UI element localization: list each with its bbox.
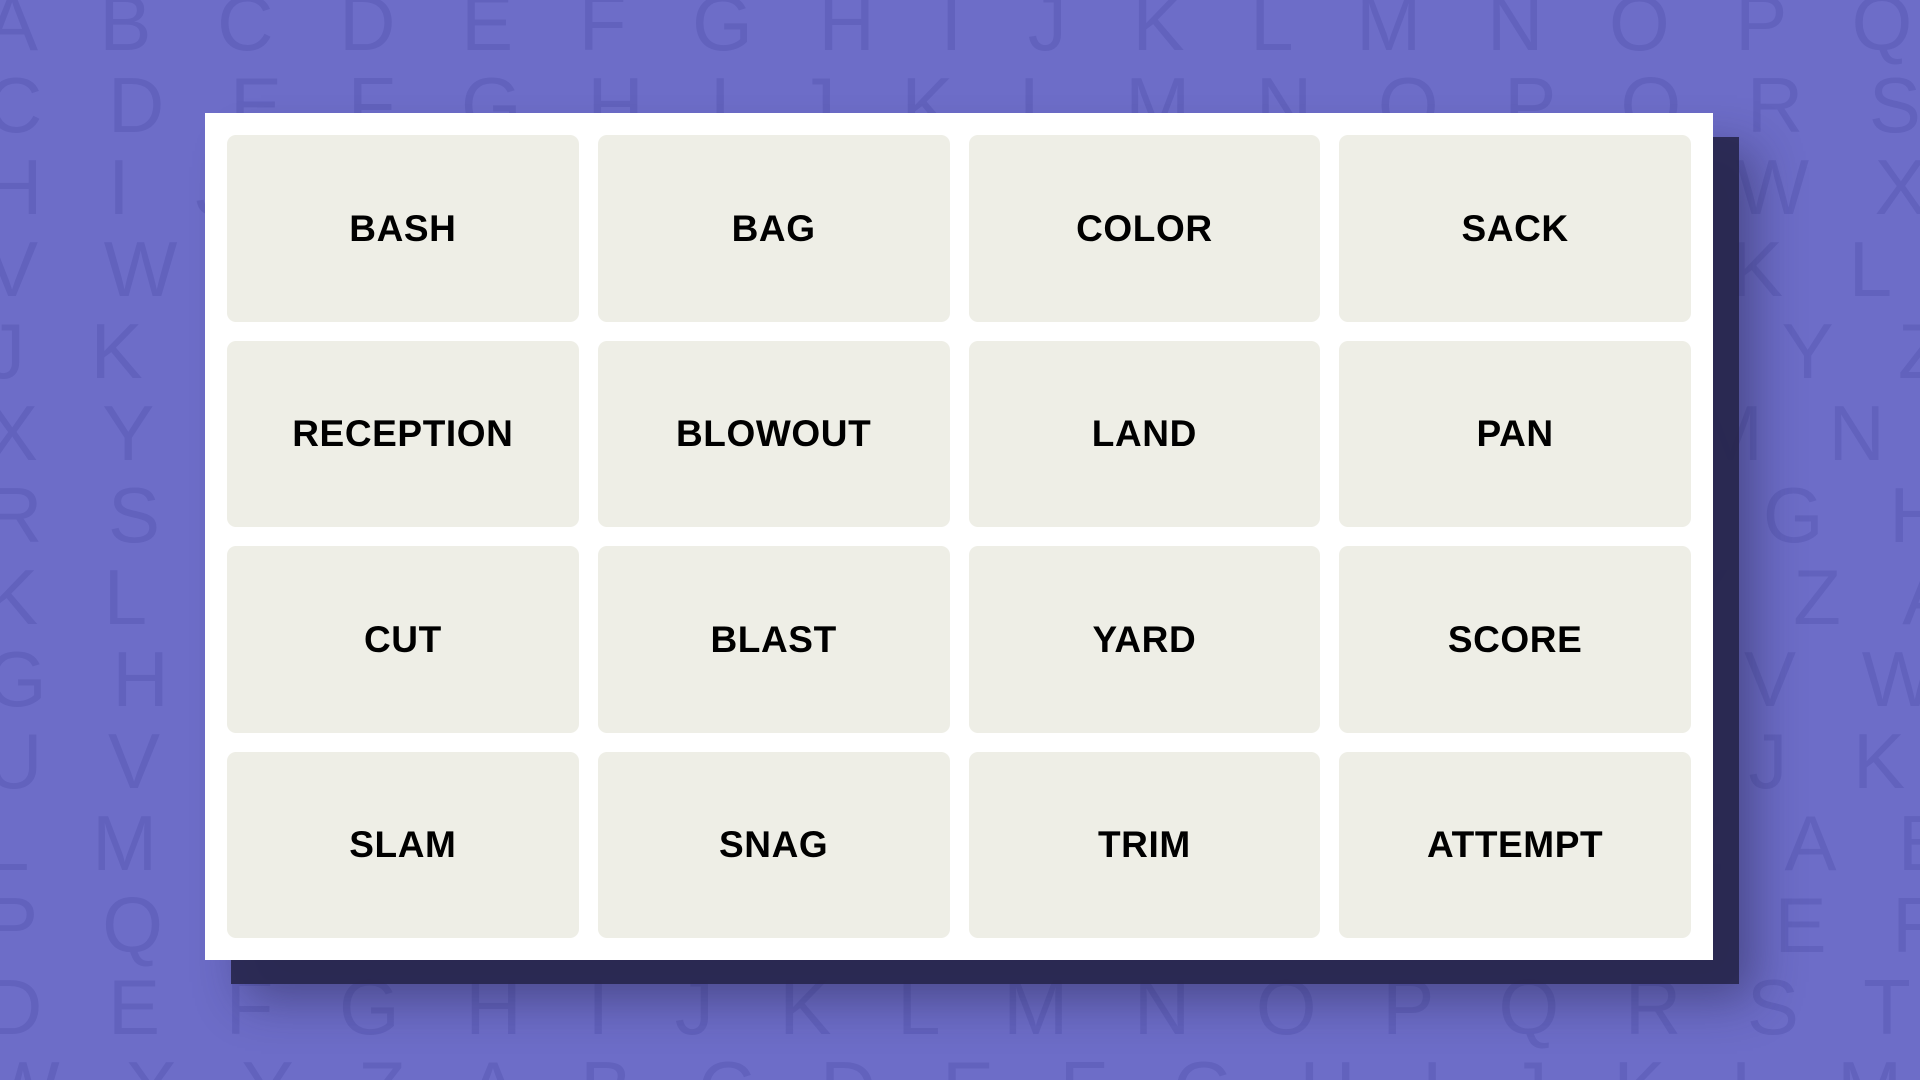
word-tile[interactable]: LAND	[968, 340, 1321, 527]
background-letter-row: A B C D E F G H I J K L M N O P Q R S T …	[0, 0, 1920, 67]
background-letter-row: D E F G H I J K L M N O P Q R S T U V W …	[0, 963, 1920, 1051]
word-tile[interactable]: BLAST	[597, 546, 950, 733]
word-grid: BASH BAG COLOR SACK RECEPTION BLOWOUT LAND PAN C…	[227, 135, 1691, 938]
word-tile[interactable]: CUT	[227, 546, 579, 733]
word-tile[interactable]: TRIM	[968, 751, 1321, 938]
connections-puzzle-card: BASH BAG COLOR SACK RECEPTION BLOWOUT LAND PAN C…	[205, 113, 1713, 960]
word-tile[interactable]: BAG	[597, 135, 950, 322]
word-tile[interactable]: YARD	[968, 546, 1321, 733]
word-tile[interactable]: COLOR	[968, 135, 1321, 322]
word-tile[interactable]: ATTEMPT	[1339, 751, 1691, 938]
background-letter-row: W X Y Z A B C D E F G H I J K L M N O P …	[0, 1050, 1920, 1080]
word-tile[interactable]: SLAM	[227, 751, 579, 938]
word-tile[interactable]: BASH	[227, 135, 579, 322]
word-tile[interactable]: SNAG	[597, 751, 950, 938]
word-tile[interactable]: RECEPTION	[227, 340, 579, 527]
word-tile[interactable]: BLOWOUT	[597, 340, 950, 527]
word-tile[interactable]: SACK	[1339, 135, 1691, 322]
word-tile[interactable]: SCORE	[1339, 546, 1691, 733]
word-tile[interactable]: PAN	[1339, 340, 1691, 527]
